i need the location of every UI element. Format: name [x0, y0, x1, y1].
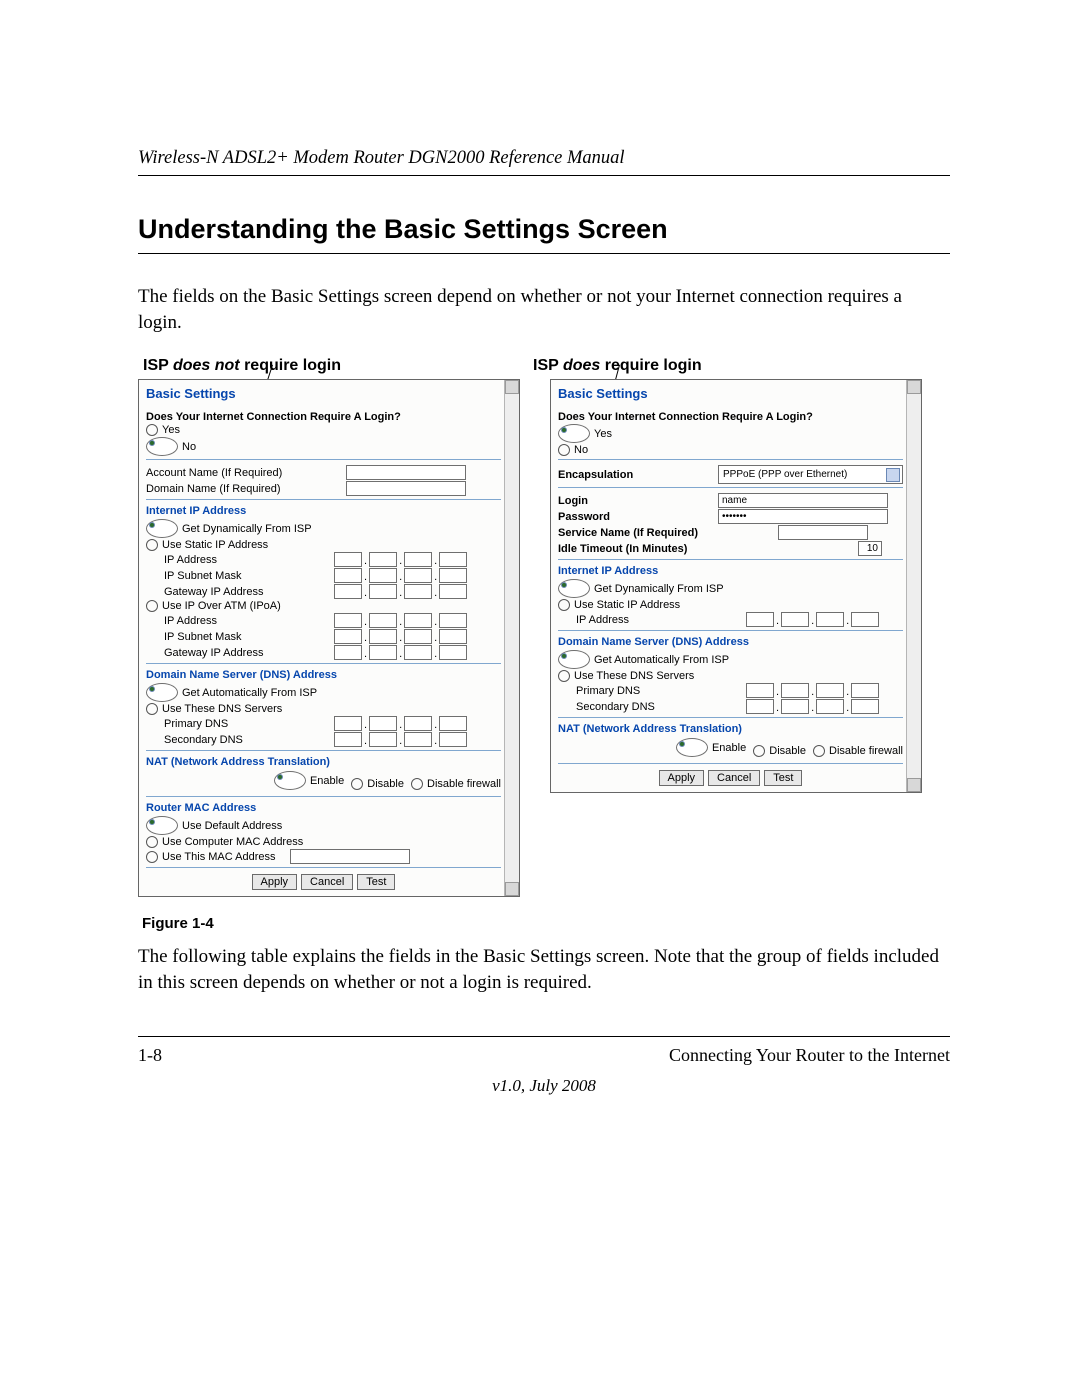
ip-static-option[interactable]: Use Static IP Address: [146, 539, 501, 551]
subnet-label: IP Subnet Mask: [164, 570, 334, 582]
idle-timeout-label: Idle Timeout (In Minutes): [558, 543, 858, 555]
ipoa-subnet-input[interactable]: ...: [334, 629, 467, 644]
version-footer: v1.0, July 2008: [138, 1076, 950, 1096]
ip-dynamic-option[interactable]: Get Dynamically From ISP: [146, 519, 501, 538]
panel-title: Basic Settings: [139, 380, 519, 411]
login-question: Does Your Internet Connection Require A …: [146, 411, 501, 423]
nat-disable-option[interactable]: Disable: [753, 745, 806, 757]
scroll-down-icon[interactable]: [505, 882, 519, 896]
caption-left: ISP does not require login: [138, 357, 533, 375]
page-number: 1-8: [138, 1045, 162, 1066]
ipoa-ip-input[interactable]: ...: [334, 613, 467, 628]
nat-disable-option[interactable]: Disable: [351, 778, 404, 790]
nat-enable-option[interactable]: Enable: [676, 738, 746, 757]
ip-static-option[interactable]: Use Static IP Address: [558, 599, 903, 611]
ipoa-gw-label: Gateway IP Address: [164, 647, 334, 659]
primary-dns-input[interactable]: ...: [746, 683, 879, 698]
intro-paragraph: The fields on the Basic Settings screen …: [138, 284, 950, 335]
test-button[interactable]: Test: [764, 770, 802, 786]
account-name-label: Account Name (If Required): [146, 467, 346, 479]
ip-dynamic-option[interactable]: Get Dynamically From ISP: [558, 579, 903, 598]
domain-name-input[interactable]: [346, 481, 466, 496]
apply-button[interactable]: Apply: [252, 874, 298, 890]
apply-button[interactable]: Apply: [659, 770, 705, 786]
service-name-label: Service Name (If Required): [558, 527, 778, 539]
ip-address-label: IP Address: [164, 554, 334, 566]
ipoa-gw-input[interactable]: ...: [334, 645, 467, 660]
primary-dns-label: Primary DNS: [576, 685, 746, 697]
idle-timeout-input[interactable]: 10: [858, 541, 882, 556]
outro-paragraph: The following table explains the fields …: [138, 944, 950, 995]
secondary-dns-input[interactable]: ...: [746, 699, 879, 714]
manual-title: Wireless-N ADSL2+ Modem Router DGN2000 R…: [138, 148, 950, 176]
login-label: Login: [558, 495, 718, 507]
nat-heading: NAT (Network Address Translation): [558, 723, 903, 735]
login-yes-option[interactable]: Yes: [146, 424, 501, 436]
secondary-dns-label: Secondary DNS: [164, 734, 334, 746]
login-no-option[interactable]: No: [558, 444, 903, 456]
domain-name-label: Domain Name (If Required): [146, 483, 346, 495]
dns-heading: Domain Name Server (DNS) Address: [558, 636, 903, 648]
caption-right: ISP does require login: [533, 357, 950, 375]
password-input[interactable]: •••••••: [718, 509, 888, 524]
scrollbar[interactable]: [504, 380, 519, 896]
test-button[interactable]: Test: [357, 874, 395, 890]
chapter-title: Connecting Your Router to the Internet: [669, 1045, 950, 1066]
dns-use-option[interactable]: Use These DNS Servers: [146, 703, 501, 715]
section-heading: Understanding the Basic Settings Screen: [138, 214, 950, 254]
panel-title: Basic Settings: [551, 380, 921, 411]
internet-ip-heading: Internet IP Address: [146, 505, 501, 517]
encapsulation-select[interactable]: PPPoE (PPP over Ethernet): [718, 465, 903, 484]
internet-ip-heading: Internet IP Address: [558, 565, 903, 577]
secondary-dns-input[interactable]: ...: [334, 732, 467, 747]
ip-address-input[interactable]: ...: [334, 552, 467, 567]
service-name-input[interactable]: [778, 525, 868, 540]
password-label: Password: [558, 511, 718, 523]
scrollbar[interactable]: [906, 380, 921, 792]
mac-address-input[interactable]: [290, 849, 410, 864]
login-question: Does Your Internet Connection Require A …: [558, 411, 903, 423]
ipoa-option[interactable]: Use IP Over ATM (IPoA): [146, 600, 501, 612]
nat-disable-firewall-option[interactable]: Disable firewall: [411, 778, 501, 790]
login-input[interactable]: name: [718, 493, 888, 508]
login-no-option[interactable]: No: [146, 437, 501, 456]
gateway-input[interactable]: ...: [334, 584, 467, 599]
screenshot-no-login: Basic Settings Does Your Internet Connec…: [138, 379, 520, 897]
ipoa-subnet-label: IP Subnet Mask: [164, 631, 334, 643]
nat-disable-firewall-option[interactable]: Disable firewall: [813, 745, 903, 757]
subnet-input[interactable]: ...: [334, 568, 467, 583]
scroll-up-icon[interactable]: [907, 380, 921, 394]
secondary-dns-label: Secondary DNS: [576, 701, 746, 713]
ip-address-label: IP Address: [576, 614, 746, 626]
primary-dns-input[interactable]: ...: [334, 716, 467, 731]
dns-use-option[interactable]: Use These DNS Servers: [558, 670, 903, 682]
radio-icon: [146, 424, 158, 436]
mac-this-option[interactable]: Use This MAC Address: [146, 849, 501, 864]
mac-heading: Router MAC Address: [146, 802, 501, 814]
primary-dns-label: Primary DNS: [164, 718, 334, 730]
nat-enable-option[interactable]: Enable: [274, 771, 344, 790]
login-yes-option[interactable]: Yes: [558, 424, 903, 443]
dns-auto-option[interactable]: Get Automatically From ISP: [146, 683, 501, 702]
ip-address-input[interactable]: ...: [746, 612, 879, 627]
scroll-down-icon[interactable]: [907, 778, 921, 792]
scroll-up-icon[interactable]: [505, 380, 519, 394]
nat-heading: NAT (Network Address Translation): [146, 756, 501, 768]
dns-auto-option[interactable]: Get Automatically From ISP: [558, 650, 903, 669]
gateway-label: Gateway IP Address: [164, 586, 334, 598]
account-name-input[interactable]: [346, 465, 466, 480]
cancel-button[interactable]: Cancel: [301, 874, 353, 890]
figure-label: Figure 1-4: [142, 915, 950, 932]
cancel-button[interactable]: Cancel: [708, 770, 760, 786]
mac-default-option[interactable]: Use Default Address: [146, 816, 501, 835]
ipoa-ip-label: IP Address: [164, 615, 334, 627]
radio-icon: [146, 437, 178, 456]
screenshot-login: Basic Settings Does Your Internet Connec…: [550, 379, 922, 793]
encapsulation-label: Encapsulation: [558, 469, 718, 481]
mac-computer-option[interactable]: Use Computer MAC Address: [146, 836, 501, 848]
dns-heading: Domain Name Server (DNS) Address: [146, 669, 501, 681]
